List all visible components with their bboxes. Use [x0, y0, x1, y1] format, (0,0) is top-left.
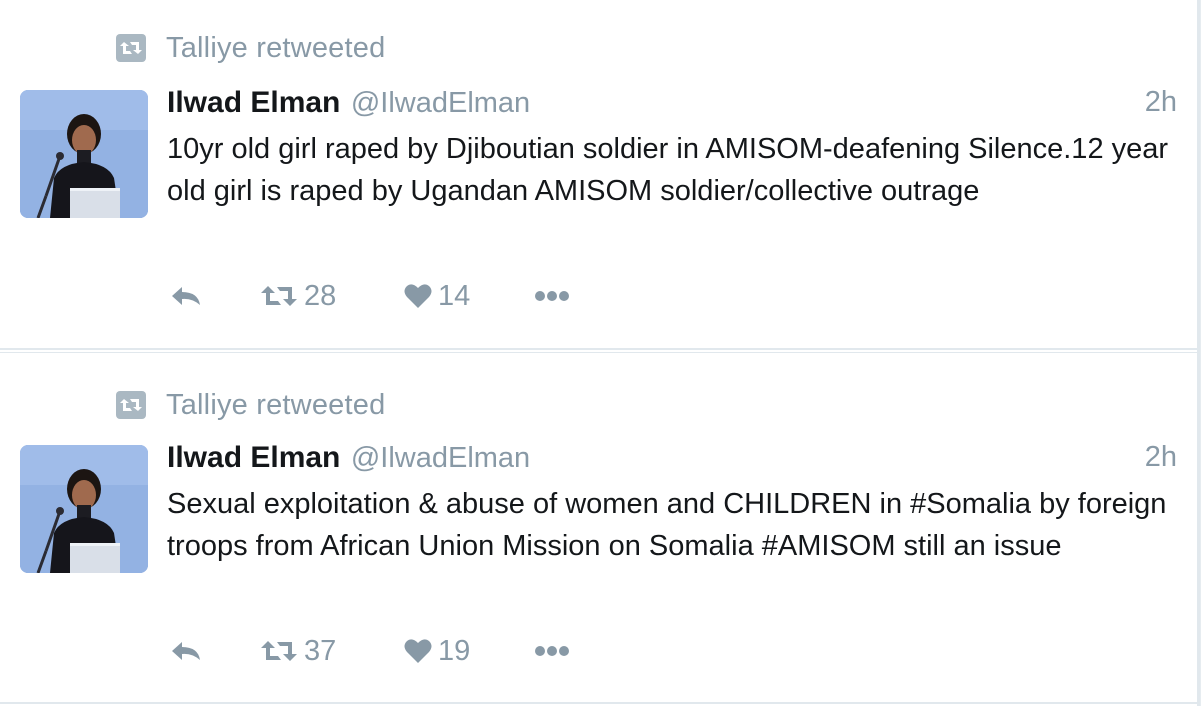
retweeted-by-label[interactable]: Talliye retweeted	[166, 32, 385, 65]
retweeted-by-label[interactable]: Talliye retweeted	[166, 389, 385, 422]
avatar[interactable]	[20, 445, 148, 573]
like-count: 14	[438, 279, 471, 312]
reply-icon	[170, 284, 202, 308]
tweet-actions: 28 14	[170, 278, 570, 314]
tweet-timestamp[interactable]: 2h	[1145, 86, 1177, 119]
avatar[interactable]	[20, 90, 148, 218]
heart-icon	[404, 283, 432, 309]
timeline: Talliye retweeted Ilwad Elman @IlwadElma…	[0, 0, 1200, 706]
retweet-count: 37	[304, 634, 337, 667]
more-icon	[534, 645, 570, 657]
like-count: 19	[438, 634, 471, 667]
author-username[interactable]: @IlwadElman	[351, 87, 530, 119]
retweet-icon	[260, 284, 298, 308]
author-fullname[interactable]: Ilwad Elman	[167, 441, 340, 474]
retweet-icon	[260, 639, 298, 663]
retweet-badge-icon	[116, 391, 146, 419]
tweet-timestamp[interactable]: 2h	[1145, 441, 1177, 474]
tweet-actions: 37 19	[170, 633, 570, 669]
retweet-context: Talliye retweeted	[116, 387, 385, 423]
like-button[interactable]: 19	[404, 635, 534, 668]
reply-icon	[170, 639, 202, 663]
author-username[interactable]: @IlwadElman	[351, 442, 530, 474]
tweet-text: 10yr old girl raped by Djiboutian soldie…	[167, 133, 1169, 207]
tweet-header: Ilwad Elman @IlwadElman 2h	[167, 86, 1177, 126]
retweet-count: 28	[304, 279, 337, 312]
like-button[interactable]: 14	[404, 280, 534, 313]
tweet-header: Ilwad Elman @IlwadElman 2h	[167, 441, 1177, 481]
reply-button[interactable]	[170, 639, 260, 663]
retweet-context: Talliye retweeted	[116, 30, 385, 66]
author-fullname[interactable]: Ilwad Elman	[167, 86, 340, 119]
retweet-button[interactable]: 37	[260, 635, 404, 668]
tweet-text: Sexual exploitation & abuse of women and…	[167, 488, 1167, 562]
more-icon	[534, 290, 570, 302]
tweet[interactable]: Talliye retweeted Ilwad Elman @IlwadElma…	[0, 0, 1197, 350]
tweet[interactable]: Talliye retweeted Ilwad Elman @IlwadElma…	[0, 352, 1197, 704]
heart-icon	[404, 638, 432, 664]
retweet-button[interactable]: 28	[260, 280, 404, 313]
retweet-badge-icon	[116, 34, 146, 62]
reply-button[interactable]	[170, 284, 260, 308]
more-button[interactable]	[534, 290, 570, 302]
more-button[interactable]	[534, 645, 570, 657]
